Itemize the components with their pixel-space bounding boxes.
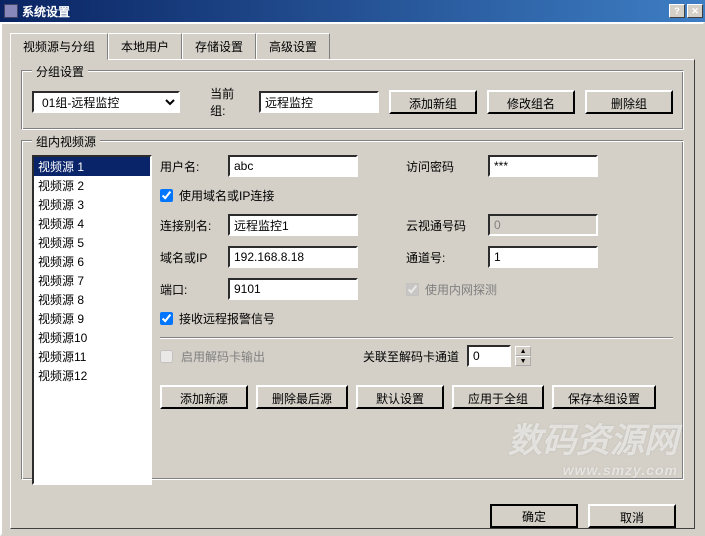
list-item[interactable]: 视频源 6 [34,252,150,271]
spin-down-icon[interactable]: ▼ [515,356,531,366]
port-label: 端口: [160,281,220,298]
save-group-button[interactable]: 保存本组设置 [552,385,656,409]
cloud-field [488,214,598,236]
apply-all-button[interactable]: 应用于全组 [452,385,544,409]
add-group-button[interactable]: 添加新组 [389,90,477,114]
group-settings-box: 分组设置 01组-远程监控 当前组: 添加新组 修改组名 删除组 [21,70,684,130]
cancel-button[interactable]: 取消 [588,504,676,528]
port-field[interactable] [228,278,358,300]
decode-channel-field[interactable] [467,345,511,367]
ok-button[interactable]: 确定 [490,504,578,528]
use-domain-checkbox[interactable] [160,189,173,202]
delete-group-button[interactable]: 删除组 [585,90,673,114]
intranet-checkbox [406,283,419,296]
source-listbox[interactable]: 视频源 1视频源 2视频源 3视频源 4视频源 5视频源 6视频源 7视频源 8… [32,155,152,485]
app-icon [4,4,18,18]
alarm-label: 接收远程报警信号 [179,310,275,327]
delete-last-button[interactable]: 删除最后源 [256,385,348,409]
list-item[interactable]: 视频源 4 [34,214,150,233]
channel-field[interactable] [488,246,598,268]
add-source-button[interactable]: 添加新源 [160,385,248,409]
list-item[interactable]: 视频源10 [34,328,150,347]
decode-out-label: 启用解码卡输出 [181,348,265,365]
close-button[interactable]: ✕ [687,4,703,18]
default-settings-button[interactable]: 默认设置 [356,385,444,409]
tab-advanced[interactable]: 高级设置 [256,33,330,60]
source-group-title: 组内视频源 [32,133,100,150]
decode-out-checkbox [160,350,173,363]
username-label: 用户名: [160,158,220,175]
password-label: 访问密码 [406,158,480,175]
group-select[interactable]: 01组-远程监控 [32,91,180,113]
username-field[interactable] [228,155,358,177]
list-item[interactable]: 视频源 8 [34,290,150,309]
list-item[interactable]: 视频源12 [34,366,150,385]
list-item[interactable]: 视频源 5 [34,233,150,252]
alias-field[interactable] [228,214,358,236]
tab-bar: 视频源与分组 本地用户 存储设置 高级设置 [10,32,695,59]
rename-group-button[interactable]: 修改组名 [487,90,575,114]
list-item[interactable]: 视频源 9 [34,309,150,328]
list-item[interactable]: 视频源 7 [34,271,150,290]
help-button[interactable]: ? [669,4,685,18]
domain-field[interactable] [228,246,358,268]
password-field[interactable] [488,155,598,177]
cloud-label: 云视通号码 [406,217,480,234]
list-item[interactable]: 视频源 2 [34,176,150,195]
current-group-label: 当前组: [210,85,249,119]
domain-label: 域名或IP [160,249,220,266]
tab-local-users[interactable]: 本地用户 [108,33,182,60]
divider [160,337,673,339]
window-title: 系统设置 [22,3,70,20]
alarm-checkbox[interactable] [160,312,173,325]
group-settings-title: 分组设置 [32,63,88,80]
channel-label: 通道号: [406,249,480,266]
list-item[interactable]: 视频源11 [34,347,150,366]
alias-label: 连接别名: [160,217,220,234]
intranet-label: 使用内网探测 [425,281,497,298]
decode-channel-label: 关联至解码卡通道 [363,348,459,365]
spin-up-icon[interactable]: ▲ [515,346,531,356]
titlebar: 系统设置 ? ✕ [0,0,705,22]
use-domain-label: 使用域名或IP连接 [179,187,274,204]
list-item[interactable]: 视频源 3 [34,195,150,214]
source-group-box: 组内视频源 视频源 1视频源 2视频源 3视频源 4视频源 5视频源 6视频源 … [21,140,684,480]
tab-video-sources[interactable]: 视频源与分组 [10,33,108,60]
current-group-field[interactable] [259,91,379,113]
tab-storage[interactable]: 存储设置 [182,33,256,60]
list-item[interactable]: 视频源 1 [34,157,150,176]
